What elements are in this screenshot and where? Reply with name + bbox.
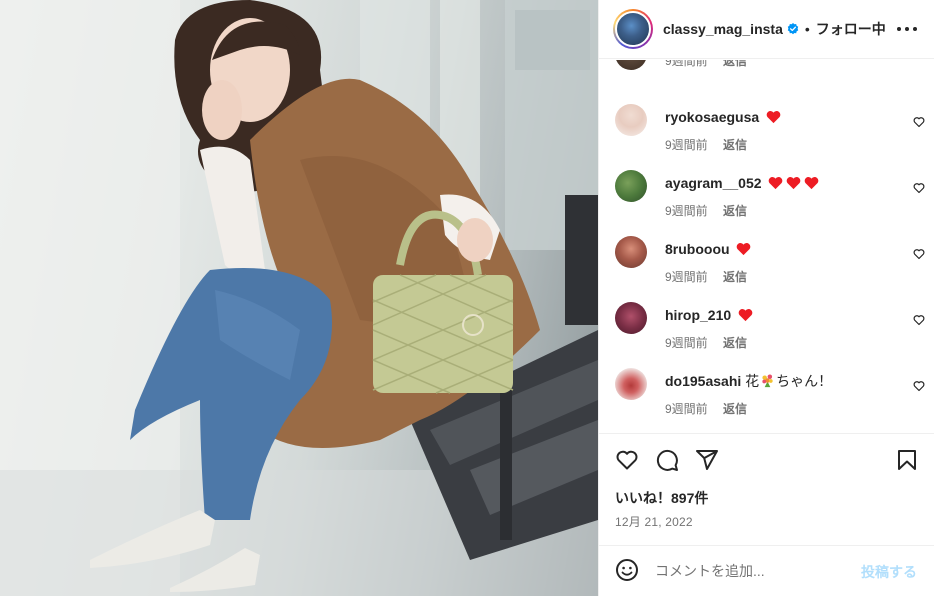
post-photo[interactable] xyxy=(0,0,598,596)
comment-input[interactable] xyxy=(655,560,855,582)
heart-emoji xyxy=(805,177,819,190)
commenter-username[interactable]: do195asahi xyxy=(665,373,741,389)
reply-button[interactable]: 返信 xyxy=(723,336,747,350)
comment-time: 9週間前 xyxy=(665,60,708,68)
comment-time: 9週間前 xyxy=(665,270,708,284)
post-comment-button[interactable]: 投稿する xyxy=(861,562,917,582)
heart-emoji xyxy=(787,177,801,190)
comments-list[interactable]: 9週間前 返信 ryokosaegusa 9週間前 返信 ayagram__05… xyxy=(599,60,934,433)
heart-emoji xyxy=(766,111,781,124)
comment-item: do195asahi 花 ちゃん！ 9週間前 返信 xyxy=(615,368,925,426)
commenter-username[interactable]: ayagram__052 xyxy=(665,175,762,191)
commenter-avatar[interactable] xyxy=(615,302,647,334)
reply-button[interactable]: 返信 xyxy=(723,270,747,284)
heart-emoji xyxy=(738,309,753,322)
reply-button[interactable]: 返信 xyxy=(723,60,747,68)
more-icon[interactable] xyxy=(897,19,917,39)
author-avatar[interactable] xyxy=(613,9,653,49)
comment-time: 9週間前 xyxy=(665,336,708,350)
add-comment-bar: 投稿する xyxy=(599,546,934,596)
commenter-avatar[interactable] xyxy=(615,236,647,268)
reply-button[interactable]: 返信 xyxy=(723,138,747,152)
flower-emoji xyxy=(762,374,773,388)
comment-like-icon[interactable] xyxy=(913,380,925,392)
comment-time: 9週間前 xyxy=(665,138,708,152)
follow-state-button[interactable]: フォロー中 xyxy=(816,19,886,39)
heart-emoji xyxy=(769,177,783,190)
comment-item: 8rubooou 9週間前 返信 xyxy=(615,236,925,294)
action-bar xyxy=(615,448,919,472)
comment-icon[interactable] xyxy=(655,448,679,472)
comment-item: ayagram__052 9週間前 返信 xyxy=(615,170,925,228)
heart-emoji xyxy=(737,243,751,256)
comment-item: ryokosaegusa 9週間前 返信 xyxy=(615,104,925,162)
commenter-username[interactable]: 8rubooou xyxy=(665,241,730,257)
photo-illustration xyxy=(0,0,598,596)
post-side-panel: classy_mag_insta • フォロー中 9週間前 返信 ryokosa… xyxy=(598,0,934,596)
comment-item: 9週間前 返信 xyxy=(615,60,925,96)
commenter-avatar[interactable] xyxy=(615,60,647,70)
post-date: 12月 21, 2022 xyxy=(615,515,693,529)
author-username[interactable]: classy_mag_insta xyxy=(663,21,783,37)
comment-text-suffix: ちゃん！ xyxy=(776,373,833,389)
divider xyxy=(599,433,934,434)
commenter-username[interactable]: ryokosaegusa xyxy=(665,109,759,125)
comment-like-icon[interactable] xyxy=(913,116,925,128)
commenter-avatar[interactable] xyxy=(615,368,647,400)
share-icon[interactable] xyxy=(695,448,719,472)
comment-like-icon[interactable] xyxy=(913,182,925,194)
comment-time: 9週間前 xyxy=(665,402,708,416)
commenter-avatar[interactable] xyxy=(615,170,647,202)
save-icon[interactable] xyxy=(895,448,919,472)
emoji-icon[interactable] xyxy=(615,558,639,582)
commenter-avatar[interactable] xyxy=(615,104,647,136)
reply-button[interactable]: 返信 xyxy=(723,402,747,416)
likes-count[interactable]: いいね！897件 xyxy=(615,488,708,508)
comment-text: 花 xyxy=(745,373,760,389)
header-separator: • xyxy=(804,21,810,37)
comment-item: hirop_210 9週間前 返信 xyxy=(615,302,925,360)
comment-like-icon[interactable] xyxy=(913,248,925,260)
commenter-username[interactable]: hirop_210 xyxy=(665,307,731,323)
comment-time: 9週間前 xyxy=(665,204,708,218)
comment-like-icon[interactable] xyxy=(913,314,925,326)
verified-icon xyxy=(787,23,799,35)
post-header: classy_mag_insta • フォロー中 xyxy=(599,0,934,59)
reply-button[interactable]: 返信 xyxy=(723,204,747,218)
like-icon[interactable] xyxy=(615,448,639,472)
